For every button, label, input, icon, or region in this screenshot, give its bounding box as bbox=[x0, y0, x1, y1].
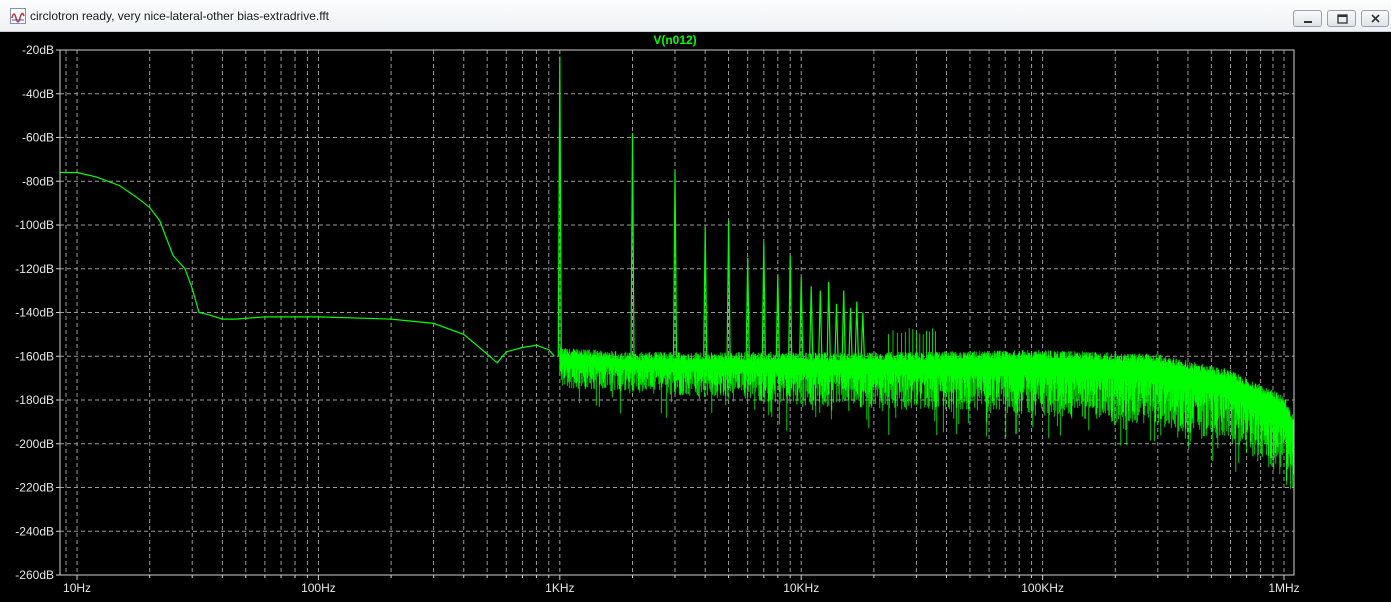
title-bar: circlotron ready, very nice-lateral-othe… bbox=[0, 0, 1391, 32]
y-tick-label: -180dB bbox=[15, 393, 54, 407]
waveform-app-icon[interactable] bbox=[10, 8, 26, 24]
harmonic-spike bbox=[809, 286, 814, 357]
harmonic-spike bbox=[860, 312, 865, 357]
y-tick-label: -140dB bbox=[15, 306, 54, 320]
y-tick-label: -200dB bbox=[15, 437, 54, 451]
fft-plot[interactable]: V(n012) -20dB -40dB -60dB -80dB -100dB -120dB… bbox=[0, 32, 1391, 602]
harmonic-spike bbox=[848, 308, 853, 357]
harmonic-spike bbox=[630, 133, 635, 357]
x-tick-label: 1MHz bbox=[1268, 581, 1299, 595]
harmonic-spike bbox=[745, 257, 750, 357]
y-tick-label: -100dB bbox=[15, 218, 54, 232]
restore-icon bbox=[1337, 14, 1348, 24]
chart-title: V(n012) bbox=[653, 33, 696, 47]
trace bbox=[60, 56, 1295, 489]
restore-button[interactable] bbox=[1327, 10, 1356, 27]
window-title: circlotron ready, very nice-lateral-othe… bbox=[30, 9, 330, 23]
harmonic-spike bbox=[826, 281, 831, 357]
harmonic-spike bbox=[841, 290, 846, 357]
harmonic-spike bbox=[854, 301, 859, 357]
y-tick-label: -220dB bbox=[15, 481, 54, 495]
y-tick-label: -240dB bbox=[15, 524, 54, 538]
y-tick-label: -60dB bbox=[22, 131, 54, 145]
noise-floor bbox=[559, 328, 1295, 489]
y-tick-label: -20dB bbox=[22, 43, 54, 57]
close-icon bbox=[1371, 14, 1380, 23]
x-tick-label: 100Hz bbox=[301, 581, 336, 595]
y-tick-label: -80dB bbox=[22, 174, 54, 188]
x-tick-label: 10KHz bbox=[783, 581, 819, 595]
y-tick-label: -120dB bbox=[15, 262, 54, 276]
grid bbox=[60, 49, 1294, 576]
x-tick-label: 10Hz bbox=[63, 581, 91, 595]
axes: -20dB -40dB -60dB -80dB -100dB -120dB -140dB -1… bbox=[15, 43, 1299, 595]
y-tick-label: -40dB bbox=[22, 87, 54, 101]
x-tick-label: 1KHz bbox=[545, 581, 574, 595]
minimize-button[interactable] bbox=[1293, 10, 1322, 27]
y-tick-label: -160dB bbox=[15, 349, 54, 363]
harmonic-spike bbox=[834, 303, 839, 357]
y-tick-label: -260dB bbox=[15, 568, 54, 582]
minimize-icon bbox=[1304, 21, 1312, 23]
close-button[interactable] bbox=[1361, 10, 1389, 27]
harmonic-spike bbox=[818, 290, 823, 357]
x-tick-label: 100KHz bbox=[1021, 581, 1064, 595]
